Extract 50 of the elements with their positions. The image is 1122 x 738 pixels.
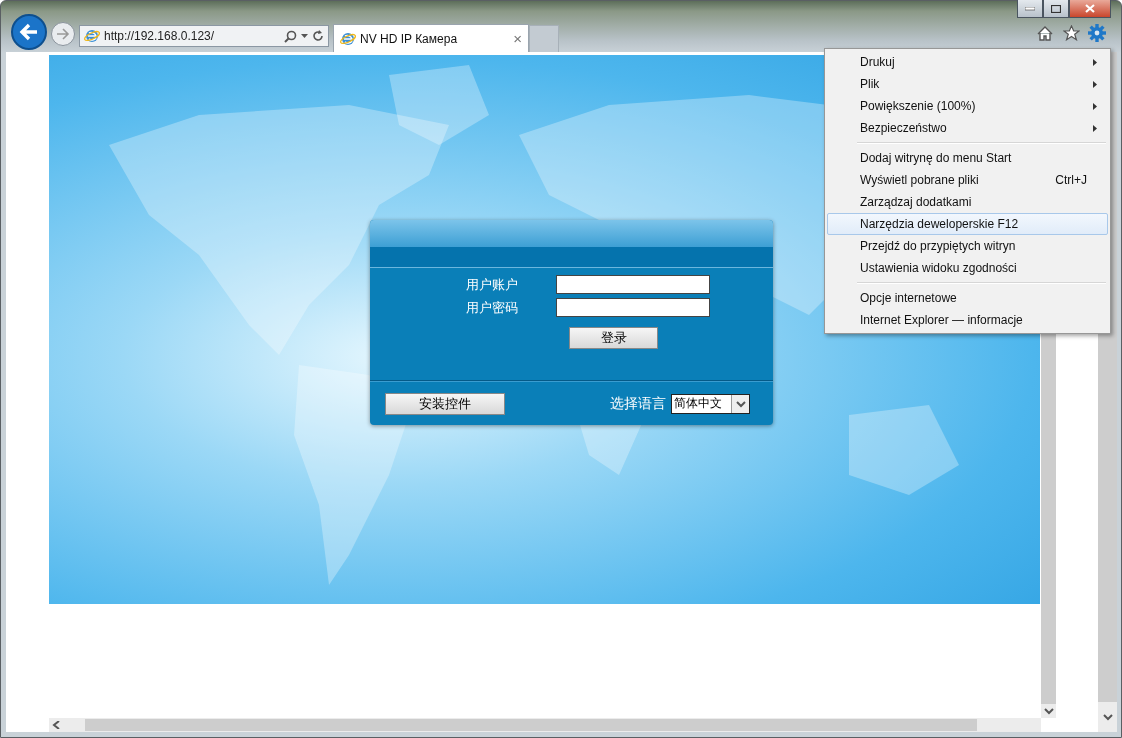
language-label: 选择语言: [610, 394, 666, 413]
scroll-down-icon[interactable]: [1044, 707, 1054, 715]
menu-item[interactable]: Ustawienia widoku zgodności: [827, 257, 1108, 279]
scroll-down-icon[interactable]: [1102, 713, 1113, 721]
language-select[interactable]: 简体中文: [671, 393, 750, 414]
address-field[interactable]: http://192.168.0.123/: [79, 25, 329, 47]
menu-item[interactable]: Bezpieczeństwo: [827, 117, 1108, 139]
close-icon: [1085, 4, 1095, 13]
submenu-arrow-icon: [1093, 102, 1097, 110]
settings-icon[interactable]: [1087, 23, 1107, 43]
login-button[interactable]: 登录: [569, 327, 658, 349]
tab-title: NV HD IP Камера: [360, 31, 459, 46]
menu-item[interactable]: Zarządzaj dodatkami: [827, 191, 1108, 213]
submenu-arrow-icon: [1093, 80, 1097, 88]
tab-close-button[interactable]: ×: [513, 30, 522, 47]
refresh-icon[interactable]: [312, 30, 324, 42]
input-field[interactable]: [555, 298, 710, 317]
field-label: 用户密码: [465, 298, 519, 317]
scroll-left-icon[interactable]: [52, 721, 62, 729]
submenu-arrow-icon: [1093, 124, 1097, 132]
menu-item[interactable]: Przejdź do przypiętych witryn: [827, 235, 1108, 257]
input-field[interactable]: [555, 275, 710, 294]
install-button[interactable]: 安装控件: [385, 392, 505, 415]
back-button[interactable]: [11, 14, 47, 50]
menu-item[interactable]: Opcje internetowe: [827, 287, 1108, 309]
close-button[interactable]: [1069, 0, 1111, 18]
address-text: http://192.168.0.123/: [104, 29, 216, 43]
arrow-right-icon: [56, 28, 70, 40]
caret-icon[interactable]: [735, 399, 746, 408]
menu-item[interactable]: Dodaj witrynę do menu Start: [827, 147, 1108, 169]
minimize-icon: [1025, 6, 1035, 11]
horizontal-scrollbar[interactable]: [49, 718, 1041, 732]
menu-item[interactable]: Drukuj: [827, 51, 1108, 73]
globe-e-icon: [84, 28, 100, 44]
caret-icon[interactable]: [301, 34, 308, 38]
field-label: 用户账户: [465, 275, 519, 294]
maximize-button[interactable]: [1043, 0, 1069, 18]
menu-item[interactable]: Internet Explorer — informacje: [827, 309, 1108, 331]
arrow-left-icon: [19, 23, 39, 41]
submenu-arrow-icon: [1093, 58, 1097, 66]
minimize-button[interactable]: [1017, 0, 1043, 18]
menu-item[interactable]: Wyświetl pobrane pliki Ctrl+J: [827, 169, 1108, 191]
star-icon[interactable]: [1061, 23, 1081, 43]
menu-item[interactable]: Powiększenie (100%): [827, 95, 1108, 117]
globe-e-icon: [340, 30, 356, 47]
menu-item[interactable]: Plik: [827, 73, 1108, 95]
maximize-icon: [1051, 4, 1061, 13]
menu-item[interactable]: Narzędzia deweloperskie F12: [827, 213, 1108, 235]
search-icon[interactable]: [284, 29, 297, 43]
browser-tab[interactable]: NV HD IP Камера ×: [333, 24, 529, 52]
